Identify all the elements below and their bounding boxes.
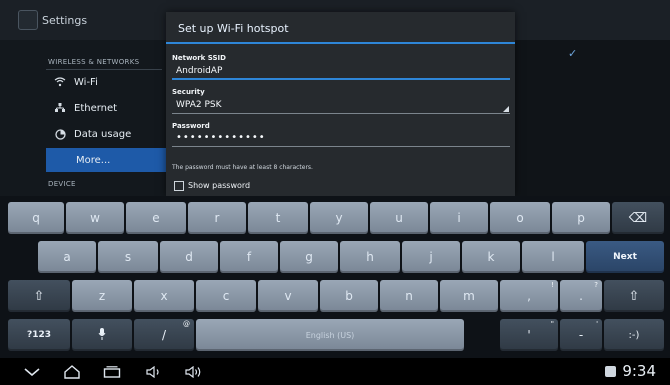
- key-period-label: .: [579, 289, 583, 303]
- data-usage-icon: [52, 126, 68, 142]
- key-n[interactable]: n: [380, 280, 438, 312]
- space-key[interactable]: English (US): [196, 319, 464, 351]
- key-comma-label: ,: [527, 289, 531, 303]
- symbols-key[interactable]: ?123: [8, 319, 70, 351]
- recent-apps-icon[interactable]: [98, 360, 126, 384]
- key-f[interactable]: f: [220, 241, 278, 273]
- key-comma[interactable]: , !: [500, 280, 558, 312]
- next-key[interactable]: Next: [586, 241, 664, 273]
- shift-key-right[interactable]: ⇧: [604, 280, 664, 312]
- slash-key-alt: @: [183, 320, 190, 328]
- key-period[interactable]: . ?: [560, 280, 602, 312]
- key-g[interactable]: g: [280, 241, 338, 273]
- slash-key-label: /: [161, 328, 167, 342]
- backspace-key[interactable]: ⌫: [612, 202, 664, 234]
- password-hint: The password must have at least 8 charac…: [172, 164, 313, 171]
- wifi-hotspot-dialog: Set up Wi-Fi hotspot Network SSID Androi…: [166, 12, 515, 196]
- home-icon[interactable]: [58, 360, 86, 384]
- wifi-icon: [52, 74, 68, 90]
- password-input[interactable]: •••••••••••••: [176, 132, 266, 143]
- key-comma-alt: !: [551, 281, 554, 289]
- check-icon: ✓: [568, 47, 578, 60]
- show-password-checkbox[interactable]: [174, 181, 184, 191]
- key-m[interactable]: m: [440, 280, 498, 312]
- section-header-device: DEVICE: [48, 180, 76, 188]
- ssid-label: Network SSID: [172, 54, 226, 62]
- microphone-key[interactable]: [72, 319, 132, 351]
- key-a[interactable]: a: [38, 241, 96, 273]
- wifi-hotspot-status-icon: [605, 366, 616, 377]
- key-d[interactable]: d: [160, 241, 218, 273]
- key-w[interactable]: w: [66, 202, 124, 234]
- key-h[interactable]: h: [340, 241, 400, 273]
- slash-key[interactable]: / @: [134, 319, 194, 351]
- dialog-title: Set up Wi-Fi hotspot: [178, 22, 289, 35]
- app-title: Settings: [42, 14, 88, 27]
- sidebar-item-label: Ethernet: [74, 102, 118, 114]
- key-l[interactable]: l: [522, 241, 584, 273]
- sidebar-item-label: More...: [76, 154, 111, 166]
- security-spinner[interactable]: WPA2 PSK: [176, 100, 222, 110]
- apostrophe-key-label: ': [527, 328, 531, 342]
- sidebar-item-label: Data usage: [74, 128, 132, 140]
- key-z[interactable]: z: [72, 280, 132, 312]
- soft-keyboard: q w e r t y u i o p ⌫ a s d f g h j k l …: [0, 196, 670, 358]
- apostrophe-key[interactable]: ' ": [500, 319, 558, 351]
- key-p[interactable]: p: [552, 202, 610, 234]
- section-header-wireless: WIRELESS & NETWORKS: [48, 58, 140, 66]
- key-s[interactable]: s: [98, 241, 158, 273]
- dropdown-triangle-icon: [503, 106, 509, 112]
- key-x[interactable]: x: [134, 280, 194, 312]
- sidebar-item-ethernet[interactable]: Ethernet: [46, 96, 166, 120]
- sidebar-item-wifi[interactable]: Wi-Fi: [46, 70, 166, 94]
- show-password-label[interactable]: Show password: [188, 181, 250, 190]
- sidebar-item-more[interactable]: More...: [46, 148, 166, 172]
- key-t[interactable]: t: [248, 202, 308, 234]
- dialog-title-divider: [166, 42, 515, 44]
- dash-key-label: -: [578, 328, 584, 342]
- key-y[interactable]: y: [310, 202, 368, 234]
- key-v[interactable]: v: [258, 280, 318, 312]
- clock: 9:34: [622, 362, 656, 380]
- collapse-keyboard-icon[interactable]: [18, 360, 46, 384]
- key-q[interactable]: q: [8, 202, 64, 234]
- ssid-input[interactable]: AndroidAP: [176, 66, 222, 76]
- security-underline: [172, 113, 510, 114]
- key-c[interactable]: c: [196, 280, 256, 312]
- settings-app-icon[interactable]: [18, 10, 38, 30]
- key-r[interactable]: r: [188, 202, 246, 234]
- sidebar-item-label: Wi-Fi: [74, 76, 98, 88]
- volume-up-icon[interactable]: [180, 360, 208, 384]
- key-b[interactable]: b: [320, 280, 378, 312]
- key-k[interactable]: k: [462, 241, 520, 273]
- password-label: Password: [172, 122, 210, 130]
- microphone-icon: [98, 327, 106, 343]
- key-e[interactable]: e: [126, 202, 186, 234]
- emoticon-key[interactable]: :-): [604, 319, 664, 351]
- space-key-label: English (US): [305, 330, 355, 340]
- apostrophe-key-alt: ": [550, 320, 554, 328]
- shift-key-left[interactable]: ⇧: [8, 280, 70, 312]
- key-i[interactable]: i: [430, 202, 488, 234]
- ethernet-icon: [52, 100, 68, 116]
- key-u[interactable]: u: [370, 202, 428, 234]
- volume-down-icon[interactable]: [140, 360, 168, 384]
- ssid-underline: [172, 78, 510, 80]
- key-o[interactable]: o: [490, 202, 550, 234]
- sidebar-item-data-usage[interactable]: Data usage: [46, 122, 166, 146]
- key-period-alt: ?: [594, 281, 598, 289]
- key-j[interactable]: j: [402, 241, 460, 273]
- password-underline: [172, 146, 510, 147]
- dash-key-alt: ': [596, 320, 598, 328]
- dash-key[interactable]: - ': [560, 319, 602, 351]
- settings-sidebar: WIRELESS & NETWORKS Wi-Fi Ethernet Data …: [0, 40, 167, 196]
- security-label: Security: [172, 88, 205, 96]
- system-navigation-bar: 9:34: [0, 358, 670, 385]
